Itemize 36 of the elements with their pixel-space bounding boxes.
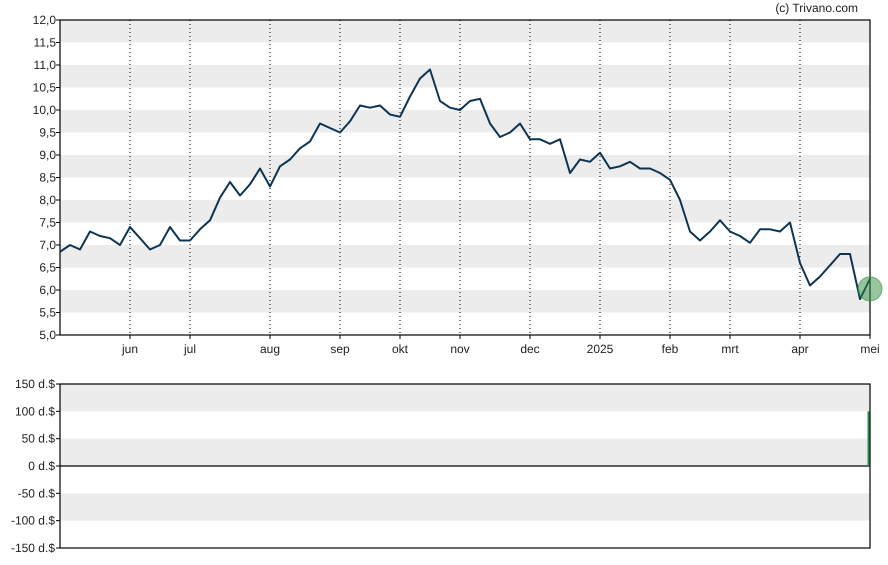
y-axis-label: 8,0 [39,193,56,207]
y-axis-label: 150 d.$ [14,377,55,391]
x-axis-label: mei [860,342,880,356]
y-axis-label: 50 d.$ [22,432,55,446]
y-axis-label: 100 d.$ [14,404,55,418]
y-axis-label: 5,0 [39,328,56,342]
x-axis-label: 2025 [586,342,614,356]
y-axis-label: 9,5 [39,126,56,140]
y-axis-label: 11,5 [34,36,56,50]
x-axis-label: mrt [721,342,739,356]
y-axis-label: 7,5 [39,216,56,230]
y-axis-label: 6,5 [39,260,56,274]
x-axis-label: okt [392,342,408,356]
x-axis-label: apr [791,342,809,356]
y-axis-label: 6,0 [39,283,56,297]
y-axis-label: 11,0 [34,58,56,72]
x-axis-label: dec [520,342,540,356]
y-axis-label: 10,5 [32,80,56,94]
x-axis-label: jul [184,342,196,356]
y-axis-label: 7,0 [39,238,56,252]
y-axis-label: -50 d.$ [18,486,55,500]
x-axis-label: sep [330,342,350,356]
y-axis-label: 8,5 [39,170,56,184]
x-axis-label: nov [450,342,470,356]
copyright-credit: (c) Trivano.com [775,1,858,15]
y-axis-label: -100 d.$ [10,514,55,528]
y-axis-label: 0 d.$ [28,459,55,473]
y-axis-label: 10,0 [32,103,56,117]
x-axis-label: aug [260,342,280,356]
last-price-marker [858,276,882,302]
x-axis-label: jun [122,342,138,356]
y-axis-label: 5,5 [39,306,56,320]
x-axis-label: feb [662,342,678,356]
y-axis-label: -150 d.$ [10,541,55,555]
y-axis-label: 12,0 [32,13,56,27]
y-axis-label: 9,0 [39,148,56,162]
